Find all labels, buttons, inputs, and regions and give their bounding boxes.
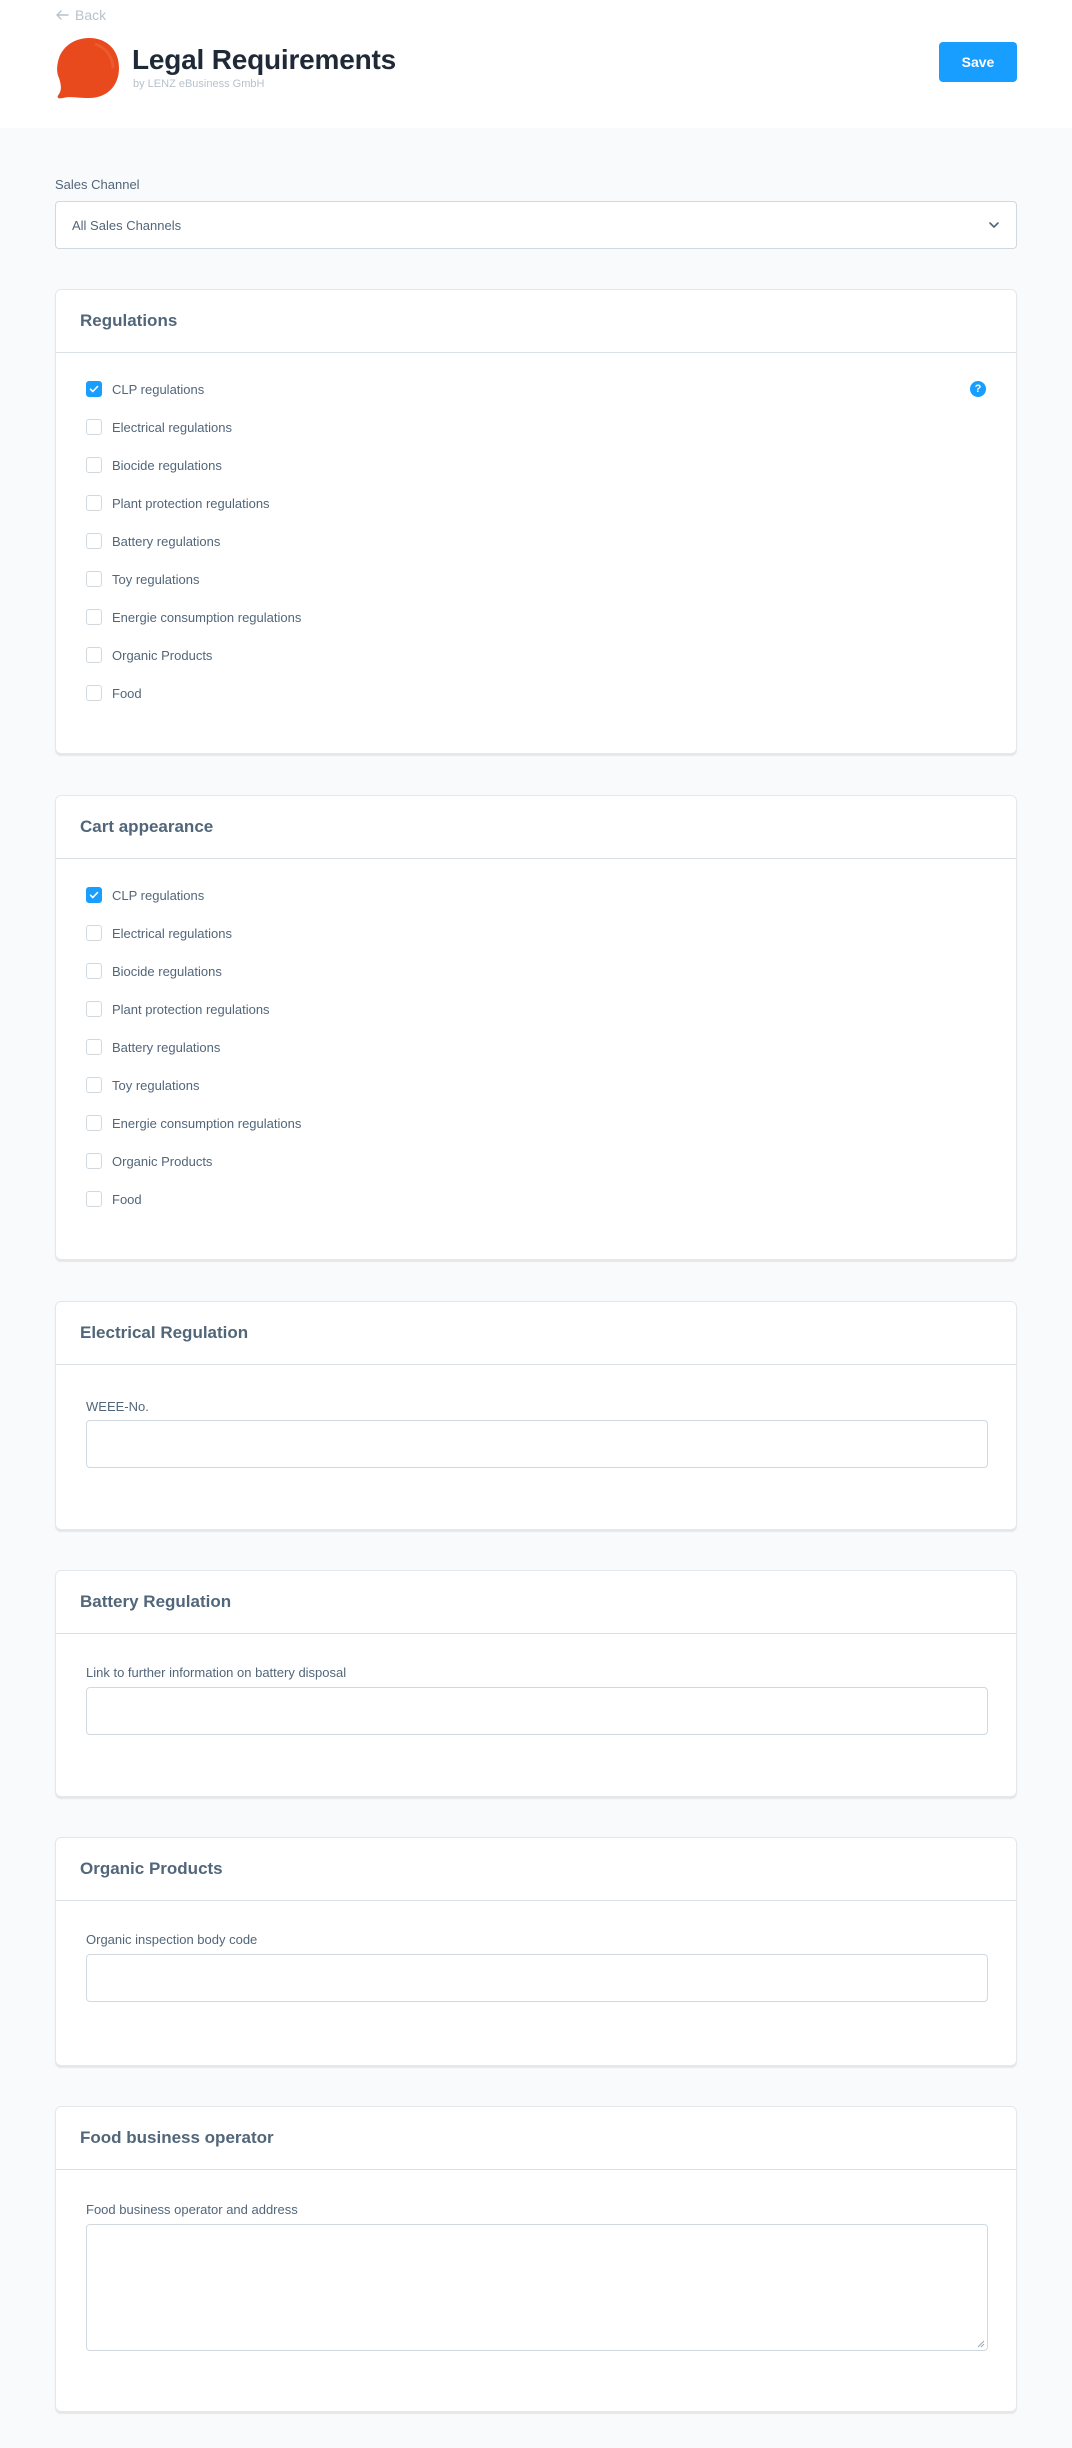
checkbox-electrical-regulations[interactable]: Electrical regulations — [86, 419, 232, 435]
electrical-regulation-card: Electrical Regulation WEEE-No. — [55, 1301, 1017, 1530]
checkbox-label: Electrical regulations — [112, 419, 232, 435]
cart-appearance-list: CLP regulations Electrical regulations Bio… — [56, 859, 1016, 1259]
checkbox-unchecked[interactable] — [86, 925, 102, 941]
checkbox-unchecked[interactable] — [86, 571, 102, 587]
back-label: Back — [75, 7, 107, 23]
card-body: WEEE-No. — [56, 1365, 1016, 1529]
checkbox-checked[interactable] — [86, 887, 102, 903]
checkbox-battery-regulations[interactable]: Battery regulations — [86, 533, 220, 549]
card-title: Electrical Regulation — [56, 1302, 1016, 1365]
checkbox-unchecked[interactable] — [86, 963, 102, 979]
organic-products-card: Organic Products Organic inspection body… — [55, 1837, 1017, 2066]
checkbox-unchecked[interactable] — [86, 685, 102, 701]
checkbox-clp-regulations[interactable]: CLP regulations — [86, 381, 204, 397]
back-link[interactable]: Back — [55, 7, 106, 23]
battery-disposal-link-label: Link to further information on battery d… — [86, 1665, 347, 1680]
check-icon — [89, 385, 99, 393]
checkbox-energie-consumption-regulations[interactable]: Energie consumption regulations — [86, 609, 301, 625]
page-subtitle: by LENZ eBusiness GmbH — [133, 78, 265, 90]
checkbox-label: Battery regulations — [112, 533, 221, 549]
checkbox-food[interactable]: Food — [86, 1191, 142, 1207]
save-button[interactable]: Save — [939, 42, 1017, 82]
checkbox-label: Battery regulations — [112, 1039, 221, 1055]
card-title: Battery Regulation — [56, 1571, 1016, 1634]
battery-disposal-link-input[interactable] — [86, 1687, 988, 1735]
page-title: Legal Requirements — [132, 44, 397, 75]
card-title: Cart appearance — [56, 796, 1016, 859]
checkbox-unchecked[interactable] — [86, 647, 102, 663]
arrow-left-icon — [56, 10, 69, 20]
sales-channel-label: Sales Channel — [55, 177, 140, 192]
card-body: Link to further information on battery d… — [56, 1634, 1016, 1796]
checkbox-toy-regulations[interactable]: Toy regulations — [86, 571, 199, 587]
checkbox-unchecked[interactable] — [86, 533, 102, 549]
food-business-operator-card: Food business operator Food business ope… — [55, 2106, 1017, 2412]
checkbox-label: Food — [112, 1191, 142, 1207]
checkbox-checked[interactable] — [86, 381, 102, 397]
checkbox-biocide-regulations[interactable]: Biocide regulations — [86, 963, 222, 979]
food-operator-textarea[interactable] — [86, 2224, 988, 2351]
resize-grip-icon[interactable] — [977, 2340, 985, 2348]
checkbox-clp-regulations[interactable]: CLP regulations — [86, 887, 204, 903]
checkbox-toy-regulations[interactable]: Toy regulations — [86, 1077, 199, 1093]
page-header: Back Legal Requirements by LENZ eBusines… — [0, 0, 1072, 128]
checkbox-label: Electrical regulations — [112, 925, 232, 941]
checkbox-label: Biocide regulations — [112, 963, 222, 979]
chevron-down-icon — [989, 222, 999, 228]
checkbox-unchecked[interactable] — [86, 609, 102, 625]
checkbox-biocide-regulations[interactable]: Biocide regulations — [86, 457, 222, 473]
regulations-list: ? CLP regulations Electrical regulations B… — [56, 353, 1016, 753]
checkbox-electrical-regulations[interactable]: Electrical regulations — [86, 925, 232, 941]
checkbox-label: Energie consumption regulations — [112, 1115, 302, 1131]
checkbox-unchecked[interactable] — [86, 419, 102, 435]
checkbox-organic-products[interactable]: Organic Products — [86, 1153, 212, 1169]
card-title: Food business operator — [56, 2107, 1016, 2170]
checkbox-label: CLP regulations — [112, 381, 205, 397]
checkbox-label: Food — [112, 685, 142, 701]
checkbox-organic-products[interactable]: Organic Products — [86, 647, 212, 663]
card-title: Organic Products — [56, 1838, 1016, 1901]
check-icon — [89, 891, 99, 899]
card-title: Regulations — [56, 290, 1016, 353]
checkbox-unchecked[interactable] — [86, 457, 102, 473]
checkbox-unchecked[interactable] — [86, 1191, 102, 1207]
checkbox-battery-regulations[interactable]: Battery regulations — [86, 1039, 220, 1055]
regulations-card: Regulations ? CLP regulations Electrical … — [55, 289, 1017, 754]
checkbox-food[interactable]: Food — [86, 685, 142, 701]
checkbox-label: Toy regulations — [112, 1077, 200, 1093]
checkbox-unchecked[interactable] — [86, 1115, 102, 1131]
checkbox-label: CLP regulations — [112, 887, 205, 903]
organic-inspection-code-input[interactable] — [86, 1954, 988, 2002]
checkbox-label: Organic Products — [112, 1153, 213, 1169]
checkbox-label: Toy regulations — [112, 571, 200, 587]
checkbox-energie-consumption-regulations[interactable]: Energie consumption regulations — [86, 1115, 301, 1131]
checkbox-label: Energie consumption regulations — [112, 609, 302, 625]
checkbox-unchecked[interactable] — [86, 1077, 102, 1093]
battery-regulation-card: Battery Regulation Link to further infor… — [55, 1570, 1017, 1797]
help-icon[interactable]: ? — [970, 381, 986, 397]
food-operator-label: Food business operator and address — [86, 2202, 298, 2217]
card-body: Organic inspection body code — [56, 1901, 1016, 2065]
checkbox-plant-protection-regulations[interactable]: Plant protection regulations — [86, 1001, 270, 1017]
checkbox-unchecked[interactable] — [86, 1039, 102, 1055]
organic-inspection-code-label: Organic inspection body code — [86, 1932, 258, 1947]
app-logo — [57, 38, 119, 99]
checkbox-plant-protection-regulations[interactable]: Plant protection regulations — [86, 495, 270, 511]
card-body: Food business operator and address — [56, 2170, 1016, 2411]
checkbox-label: Plant protection regulations — [112, 1001, 270, 1017]
cart-appearance-card: Cart appearance CLP regulations Electrica… — [55, 795, 1017, 1260]
checkbox-unchecked[interactable] — [86, 495, 102, 511]
weee-number-input[interactable] — [86, 1420, 988, 1468]
sales-channel-value: All Sales Channels — [72, 217, 182, 233]
checkbox-label: Organic Products — [112, 647, 213, 663]
checkbox-label: Biocide regulations — [112, 457, 222, 473]
checkbox-unchecked[interactable] — [86, 1153, 102, 1169]
sales-channel-select[interactable]: All Sales Channels — [55, 201, 1017, 249]
checkbox-unchecked[interactable] — [86, 1001, 102, 1017]
weee-number-label: WEEE-No. — [86, 1399, 149, 1414]
checkbox-label: Plant protection regulations — [112, 495, 270, 511]
